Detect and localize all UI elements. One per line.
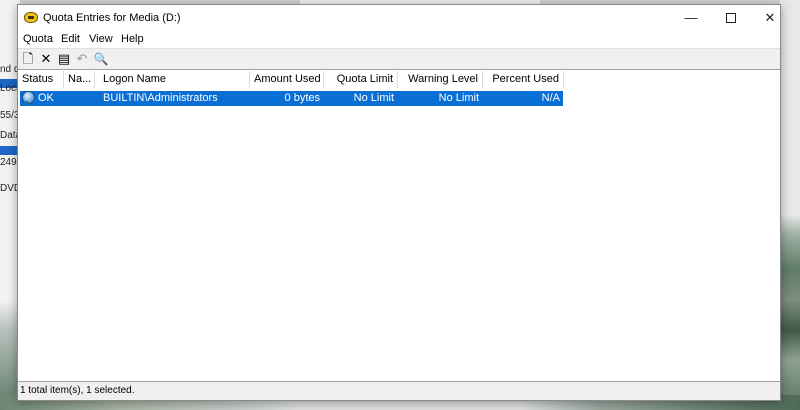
menu-view[interactable]: View: [89, 33, 113, 45]
close-button[interactable]: ✕: [750, 5, 790, 32]
background-selection: [0, 146, 18, 155]
column-header-warning-level[interactable]: Warning Level: [398, 71, 483, 88]
menu-edit[interactable]: Edit: [61, 33, 80, 45]
cell-logon-name: BUILTIN\Administrators: [103, 92, 218, 104]
table-row[interactable]: OK BUILTIN\Administrators 0 bytes No Lim…: [20, 91, 563, 106]
menu-help[interactable]: Help: [121, 33, 144, 45]
column-header-quota-limit[interactable]: Quota Limit: [324, 71, 398, 88]
menu-quota[interactable]: Quota: [23, 33, 53, 45]
quota-entries-list[interactable]: Status Na... Logon Name Amount Used Quot…: [18, 69, 780, 382]
column-header-status[interactable]: Status: [18, 71, 64, 88]
desktop-wallpaper-right: [780, 0, 800, 410]
menu-bar: Quota Edit View Help: [18, 32, 780, 48]
column-header-logon-name[interactable]: Logon Name: [95, 71, 250, 88]
list-header: Status Na... Logon Name Amount Used Quot…: [18, 71, 564, 88]
window-title: Quota Entries for Media (D:): [43, 12, 181, 24]
undo-icon[interactable]: ↶: [73, 51, 91, 67]
status-bar: 1 total item(s), 1 selected.: [18, 382, 780, 400]
quota-entries-window: Quota Entries for Media (D:) — ✕ Quota E…: [17, 4, 781, 401]
background-text: 249: [0, 157, 17, 168]
cell-amount-used: 0 bytes: [284, 92, 320, 104]
minimize-button[interactable]: —: [671, 5, 711, 32]
properties-icon[interactable]: ▤: [55, 51, 73, 67]
new-entry-icon[interactable]: 🗋: [19, 51, 37, 67]
quota-app-icon: [24, 12, 38, 23]
title-bar[interactable]: Quota Entries for Media (D:) — ✕: [18, 5, 780, 32]
column-header-amount-used[interactable]: Amount Used: [250, 71, 324, 88]
status-bar-text: 1 total item(s), 1 selected.: [20, 385, 135, 396]
toolbar: 🗋 ✕ ▤ ↶ 🔍: [18, 48, 780, 69]
maximize-button[interactable]: [711, 5, 751, 32]
cell-status: OK: [38, 92, 54, 104]
column-header-name[interactable]: Na...: [64, 71, 95, 88]
column-header-percent-used[interactable]: Percent Used: [483, 71, 564, 88]
quota-status-icon: [22, 91, 35, 104]
maximize-icon: [726, 12, 736, 23]
cell-quota-limit: No Limit: [353, 92, 394, 104]
cell-percent-used: N/A: [541, 92, 560, 104]
find-icon[interactable]: 🔍: [92, 51, 110, 67]
cell-warning-level: No Limit: [438, 92, 479, 104]
delete-icon[interactable]: ✕: [37, 51, 55, 67]
